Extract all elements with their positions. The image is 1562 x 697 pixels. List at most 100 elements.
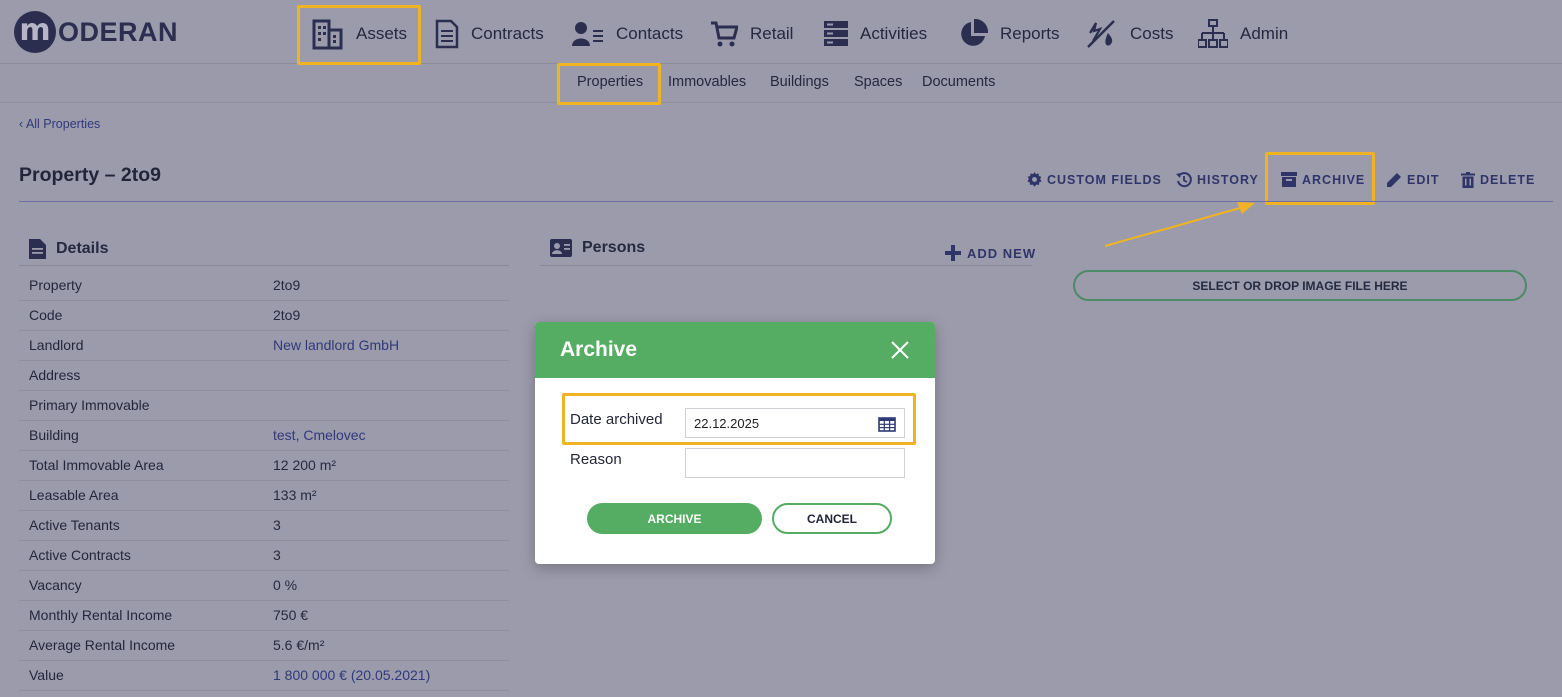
detail-row-monthly-rental-income: Monthly Rental Income 750 €	[19, 601, 509, 631]
nav-label-retail: Retail	[750, 24, 794, 43]
details-divider	[19, 265, 509, 266]
detail-row-property: Property 2to9	[19, 271, 509, 301]
logo-mark: m	[14, 11, 56, 53]
subnav-spaces[interactable]: Spaces	[854, 74, 902, 90]
document-icon	[435, 19, 459, 49]
image-dropzone[interactable]: SELECT OR DROP IMAGE FILE HERE	[1073, 270, 1527, 301]
date-archived-highlight-box	[562, 393, 916, 445]
logo-text: ODERAN	[58, 16, 179, 47]
landlord-link[interactable]: New landlord GmbH	[273, 337, 399, 353]
detail-value: 133 m²	[273, 487, 317, 503]
detail-label: Address	[29, 367, 81, 383]
details-header: Details	[29, 239, 108, 259]
detail-row-average-rental-income: Average Rental Income 5.6 €/m²	[19, 631, 509, 661]
trash-icon	[1461, 172, 1475, 188]
nav-item-contacts[interactable]: Contacts	[572, 8, 683, 60]
detail-row-active-tenants: Active Tenants 3	[19, 511, 509, 541]
properties-highlight-box	[557, 63, 661, 105]
sitemap-icon	[1198, 19, 1228, 48]
dialog-header: Archive	[535, 322, 935, 378]
history-label: HISTORY	[1197, 173, 1259, 187]
breadcrumb-all-properties[interactable]: ‹ All Properties	[19, 117, 100, 131]
detail-label: Monthly Rental Income	[29, 607, 173, 623]
edit-button[interactable]: EDIT	[1386, 172, 1439, 188]
custom-fields-button[interactable]: CUSTOM FIELDS	[1027, 172, 1162, 187]
nav-item-contracts[interactable]: Contracts	[435, 8, 544, 60]
detail-label: Value	[29, 667, 64, 683]
annotation-arrow	[1104, 202, 1255, 247]
detail-value: 2to9	[273, 307, 301, 323]
history-button[interactable]: HISTORY	[1176, 172, 1259, 188]
nav-label-contacts: Contacts	[616, 24, 684, 43]
reason-input[interactable]	[685, 448, 905, 478]
top-navigation: m ODERAN Assets Contracts Contacts Retai…	[0, 0, 1562, 64]
detail-value: 12 200 m²	[273, 457, 337, 473]
detail-row-value: Value 1 800 000 € (20.05.2021)	[19, 661, 509, 691]
detail-value: 2to9	[273, 277, 301, 293]
detail-value: 3	[273, 547, 281, 563]
gear-icon	[1027, 172, 1042, 187]
cart-icon	[711, 21, 738, 47]
persons-divider	[540, 265, 1032, 266]
id-card-icon	[550, 239, 572, 257]
value-link[interactable]: 1 800 000 € (20.05.2021)	[273, 667, 430, 683]
close-icon[interactable]	[890, 340, 910, 360]
nav-label-reports: Reports	[1000, 24, 1060, 43]
archive-confirm-button[interactable]: ARCHIVE	[587, 503, 762, 534]
subnav-documents[interactable]: Documents	[922, 74, 995, 90]
nav-item-reports[interactable]: Reports	[958, 8, 1060, 60]
delete-label: DELETE	[1480, 173, 1536, 187]
detail-value: 5.6 €/m²	[273, 637, 325, 653]
sub-navigation: Properties Immovables Buildings Spaces D…	[0, 65, 1562, 103]
detail-label: Building	[29, 427, 79, 443]
nav-label-activities: Activities	[860, 24, 928, 43]
detail-row-primary-immovable: Primary Immovable	[19, 391, 509, 421]
dialog-title: Archive	[560, 338, 638, 361]
nav-label-admin: Admin	[1240, 24, 1289, 43]
cancel-button[interactable]: CANCEL	[772, 503, 892, 534]
detail-value: 0 %	[273, 577, 298, 593]
subnav-immovables[interactable]: Immovables	[668, 74, 746, 90]
nav-item-retail[interactable]: Retail	[710, 8, 793, 60]
nav-item-activities[interactable]: Activities	[824, 8, 927, 60]
history-icon	[1176, 172, 1192, 188]
pencil-icon	[1387, 173, 1401, 187]
detail-value: 3	[273, 517, 281, 533]
detail-row-code: Code 2to9	[19, 301, 509, 331]
detail-label: Property	[29, 277, 82, 293]
edit-label: EDIT	[1407, 173, 1440, 187]
detail-label: Active Tenants	[29, 517, 120, 533]
detail-label: Landlord	[29, 337, 84, 353]
add-new-person-button[interactable]: ADD NEW	[945, 245, 1036, 261]
title-divider	[19, 201, 1553, 202]
reason-label: Reason	[570, 451, 622, 468]
detail-label: Code	[29, 307, 63, 323]
custom-fields-label: CUSTOM FIELDS	[1047, 172, 1162, 187]
delete-button[interactable]: DELETE	[1461, 172, 1535, 188]
detail-row-building: Building test, Cmelovec	[19, 421, 509, 451]
nav-label-contracts: Contracts	[471, 24, 544, 43]
nav-item-admin[interactable]: Admin	[1198, 8, 1288, 60]
page-title: Property – 2to9	[19, 164, 161, 186]
detail-row-address: Address	[19, 361, 509, 391]
detail-label: Total Immovable Area	[29, 457, 164, 473]
nav-item-costs[interactable]: Costs	[1086, 8, 1173, 60]
assets-highlight-box	[297, 5, 421, 65]
detail-row-vacancy: Vacancy 0 %	[19, 571, 509, 601]
nav-label-costs: Costs	[1130, 24, 1174, 43]
persons-header: Persons	[550, 239, 645, 257]
document-icon	[29, 239, 46, 259]
detail-row-active-contracts: Active Contracts 3	[19, 541, 509, 571]
detail-label: Leasable Area	[29, 487, 119, 503]
detail-row-leasable-area: Leasable Area 133 m²	[19, 481, 509, 511]
contacts-icon	[572, 22, 603, 46]
pie-chart-icon	[961, 19, 988, 46]
subnav-buildings[interactable]: Buildings	[770, 74, 829, 90]
moderan-logo[interactable]: m ODERAN	[14, 10, 178, 54]
building-link[interactable]: test, Cmelovec	[273, 427, 366, 443]
detail-value: 750 €	[273, 607, 309, 623]
detail-row-landlord: Landlord New landlord GmbH	[19, 331, 509, 361]
archive-highlight-box	[1265, 152, 1375, 205]
plus-icon	[945, 245, 961, 261]
persons-title: Persons	[582, 239, 646, 256]
